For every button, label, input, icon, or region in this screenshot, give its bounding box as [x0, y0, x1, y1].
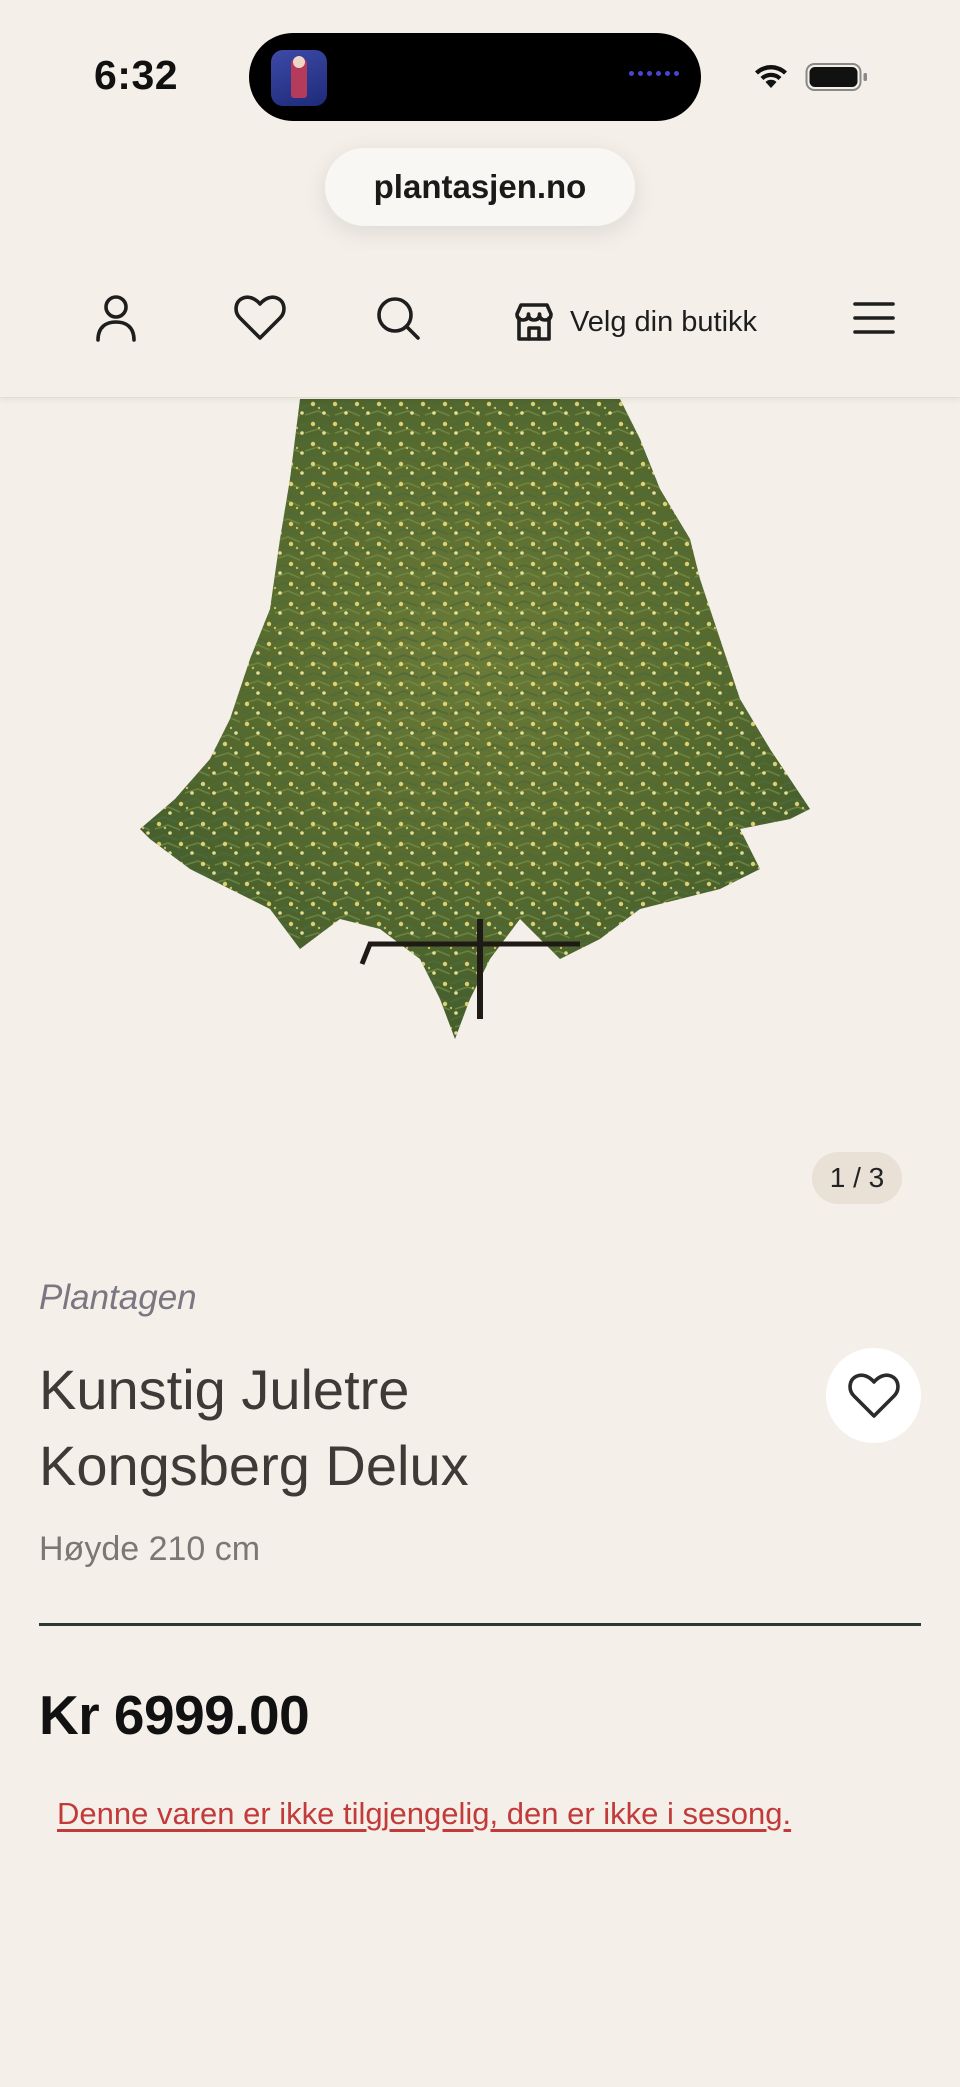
add-to-wishlist-button[interactable]	[826, 1348, 921, 1443]
heart-icon	[234, 295, 286, 340]
url-bar[interactable]: plantasjen.no	[325, 148, 635, 226]
product-price: Kr 6999.00	[39, 1684, 310, 1746]
select-store-button[interactable]: Velg din butikk	[514, 290, 757, 354]
product-height: Høyde 210 cm	[39, 1530, 261, 1568]
select-store-label: Velg din butikk	[570, 305, 758, 338]
product-image[interactable]	[0, 399, 960, 1219]
christmas-tree-image	[140, 399, 810, 1039]
image-counter: 1 / 3	[812, 1152, 902, 1204]
search-icon	[377, 297, 420, 340]
now-playing-app-icon	[271, 50, 327, 106]
product-brand: Plantagen	[39, 1278, 197, 1317]
wishlist-button[interactable]	[228, 286, 292, 350]
search-button[interactable]	[366, 286, 430, 350]
heart-icon	[847, 1372, 900, 1418]
menu-icon	[853, 302, 895, 334]
wifi-icon	[755, 65, 787, 88]
account-icon	[96, 295, 136, 342]
store-icon	[515, 303, 553, 341]
activity-dots-icon	[629, 71, 679, 76]
dynamic-island	[249, 33, 701, 121]
status-bar: 6:32	[0, 0, 960, 140]
site-header: Velg din butikk	[0, 250, 960, 398]
status-time: 6:32	[94, 52, 179, 98]
divider	[39, 1623, 921, 1626]
account-button[interactable]	[84, 286, 148, 350]
menu-button[interactable]	[842, 286, 906, 350]
product-title: Kunstig Juletre Kongsberg Delux	[39, 1358, 469, 1497]
battery-icon	[805, 63, 867, 91]
availability-notice-link[interactable]: Denne varen er ikke tilgjengelig, den er…	[57, 1796, 791, 1832]
